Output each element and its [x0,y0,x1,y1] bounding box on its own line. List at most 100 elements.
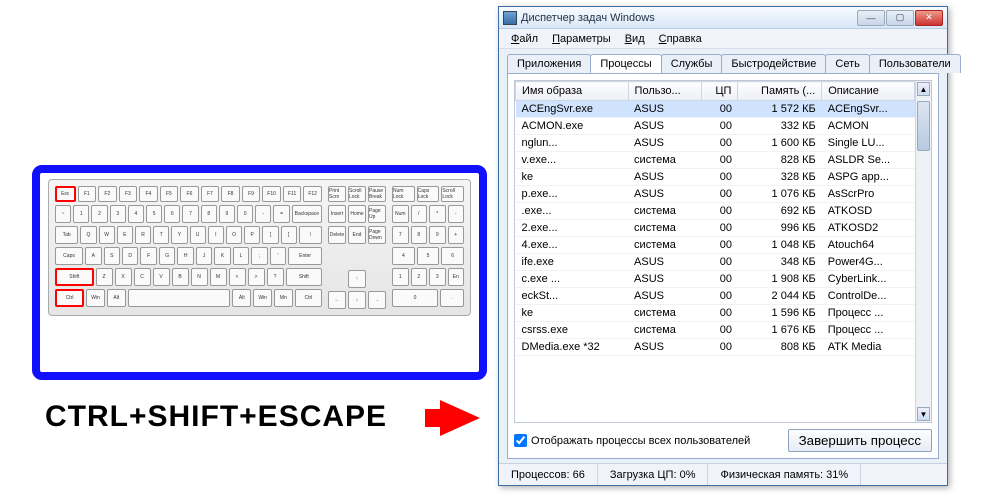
key-enter: Enter [288,247,322,265]
table-row[interactable]: ACEngSvr.exeASUS001 572 КБACEngSvr... [516,101,915,118]
key-end: End [348,226,366,244]
tab-5[interactable]: Пользователи [869,54,961,73]
cell: ACEngSvr... [822,101,915,118]
cell: 00 [702,288,738,305]
menubar: Файл Параметры Вид Справка [499,29,947,49]
col-header-4[interactable]: Описание [822,82,915,101]
cell: 00 [702,305,738,322]
table-row[interactable]: c.exe ...ASUS001 908 КБCyberLink... [516,271,915,288]
table-row[interactable]: 4.exe...система001 048 КБAtouch64 [516,237,915,254]
titlebar[interactable]: Диспетчер задач Windows — ▢ ✕ [499,7,947,29]
tab-4[interactable]: Сеть [825,54,869,73]
show-all-users-input[interactable] [514,434,527,447]
key-ctrl: Ctrl [295,289,322,307]
cell: ASPG app... [822,169,915,186]
close-button[interactable]: ✕ [915,10,943,26]
cell: Процесс ... [822,305,915,322]
minimize-button[interactable]: — [857,10,885,26]
key-v: V [153,268,170,286]
cell: 828 КБ [738,152,822,169]
cell: 1 076 КБ [738,186,822,203]
menu-options[interactable]: Параметры [546,31,617,47]
table-row[interactable]: keсистема001 596 КБПроцесс ... [516,305,915,322]
col-header-0[interactable]: Имя образа [516,82,629,101]
col-header-1[interactable]: Пользо... [628,82,702,101]
cell: eckSt... [516,288,629,305]
cell: ASUS [628,101,702,118]
key-k: K [214,247,230,265]
key-num-lock: Num Lock [392,186,415,202]
key-u: U [190,226,206,244]
app-icon [503,11,517,25]
keyboard: EscF1F2F3F4F5F6F7F8F9F10F11F12 ~12345678… [48,179,471,316]
cell: ATKOSD [822,203,915,220]
key--: < [229,268,246,286]
cell: ASUS [628,118,702,135]
cell: система [628,305,702,322]
key--: - [255,205,271,223]
key-f9: F9 [242,186,261,202]
table-row[interactable]: 2.exe...система00996 КБATKOSD2 [516,220,915,237]
col-header-2[interactable]: ЦП [702,82,738,101]
key-c: C [134,268,151,286]
cell: система [628,152,702,169]
maximize-button[interactable]: ▢ [886,10,914,26]
cell: ASUS [628,288,702,305]
key-9: 9 [429,226,446,244]
key-n: N [191,268,208,286]
scrollbar[interactable]: ▲ ▼ [915,81,931,422]
table-row[interactable]: ACMON.exeASUS00332 КБACMON [516,118,915,135]
col-header-3[interactable]: Память (... [738,82,822,101]
key--: ' [270,247,286,265]
key-f10: F10 [262,186,281,202]
scroll-thumb[interactable] [917,101,930,151]
key-d: D [122,247,138,265]
menu-file[interactable]: Файл [505,31,544,47]
table-row[interactable]: .exe...система00692 КБATKOSD [516,203,915,220]
key-num: Num [392,205,409,223]
tab-3[interactable]: Быстродействие [721,54,826,73]
cell: 00 [702,220,738,237]
key-2: 2 [91,205,107,223]
key-a: A [85,247,101,265]
key-page-down: Page Down [368,226,386,244]
cell: ASUS [628,271,702,288]
key-page-up: Page Up [368,205,386,223]
cell: nglun... [516,135,629,152]
arrow-icon [440,400,480,436]
table-row[interactable]: csrss.exeсистема001 676 КБПроцесс ... [516,322,915,339]
tab-2[interactable]: Службы [661,54,723,73]
key-scroll-lock: Scroll Lock [441,186,464,202]
key-delete: Delete [328,226,346,244]
end-process-button[interactable]: Завершить процесс [788,429,932,452]
key-5: 5 [146,205,162,223]
key-8: 8 [201,205,217,223]
table-row[interactable]: v.exe...система00828 КБASLDR Se... [516,152,915,169]
key--: - [448,205,465,223]
show-all-users-label: Отображать процессы всех пользователей [531,435,750,447]
key--: ↓ [348,291,366,309]
key-f6: F6 [180,186,199,202]
key-insert: Insert [328,205,346,223]
table-row[interactable]: eckSt...ASUS002 044 КБControlDe... [516,288,915,305]
tab-0[interactable]: Приложения [507,54,591,73]
show-all-users-checkbox[interactable]: Отображать процессы всех пользователей [514,434,750,447]
key--: [ [262,226,278,244]
menu-help[interactable]: Справка [653,31,708,47]
cell: csrss.exe [516,322,629,339]
menu-view[interactable]: Вид [619,31,651,47]
table-row[interactable]: keASUS00328 КБASPG app... [516,169,915,186]
key-6: 6 [441,247,464,265]
task-manager-window: Диспетчер задач Windows — ▢ ✕ Файл Парам… [498,6,948,486]
table-row[interactable]: nglun...ASUS001 600 КБSingle LU... [516,135,915,152]
cell: ATKOSD2 [822,220,915,237]
scroll-up-button[interactable]: ▲ [917,82,930,96]
table-row[interactable]: p.exe...ASUS001 076 КБAsScrPro [516,186,915,203]
key-print-scrn: Print Scrn [328,186,346,202]
scroll-down-button[interactable]: ▼ [917,407,930,421]
cell: 1 676 КБ [738,322,822,339]
key-j: J [196,247,212,265]
tab-1[interactable]: Процессы [590,54,661,73]
table-row[interactable]: ife.exeASUS00348 КБPower4G... [516,254,915,271]
table-row[interactable]: DMedia.exe *32ASUS00808 КБATK Media [516,339,915,356]
